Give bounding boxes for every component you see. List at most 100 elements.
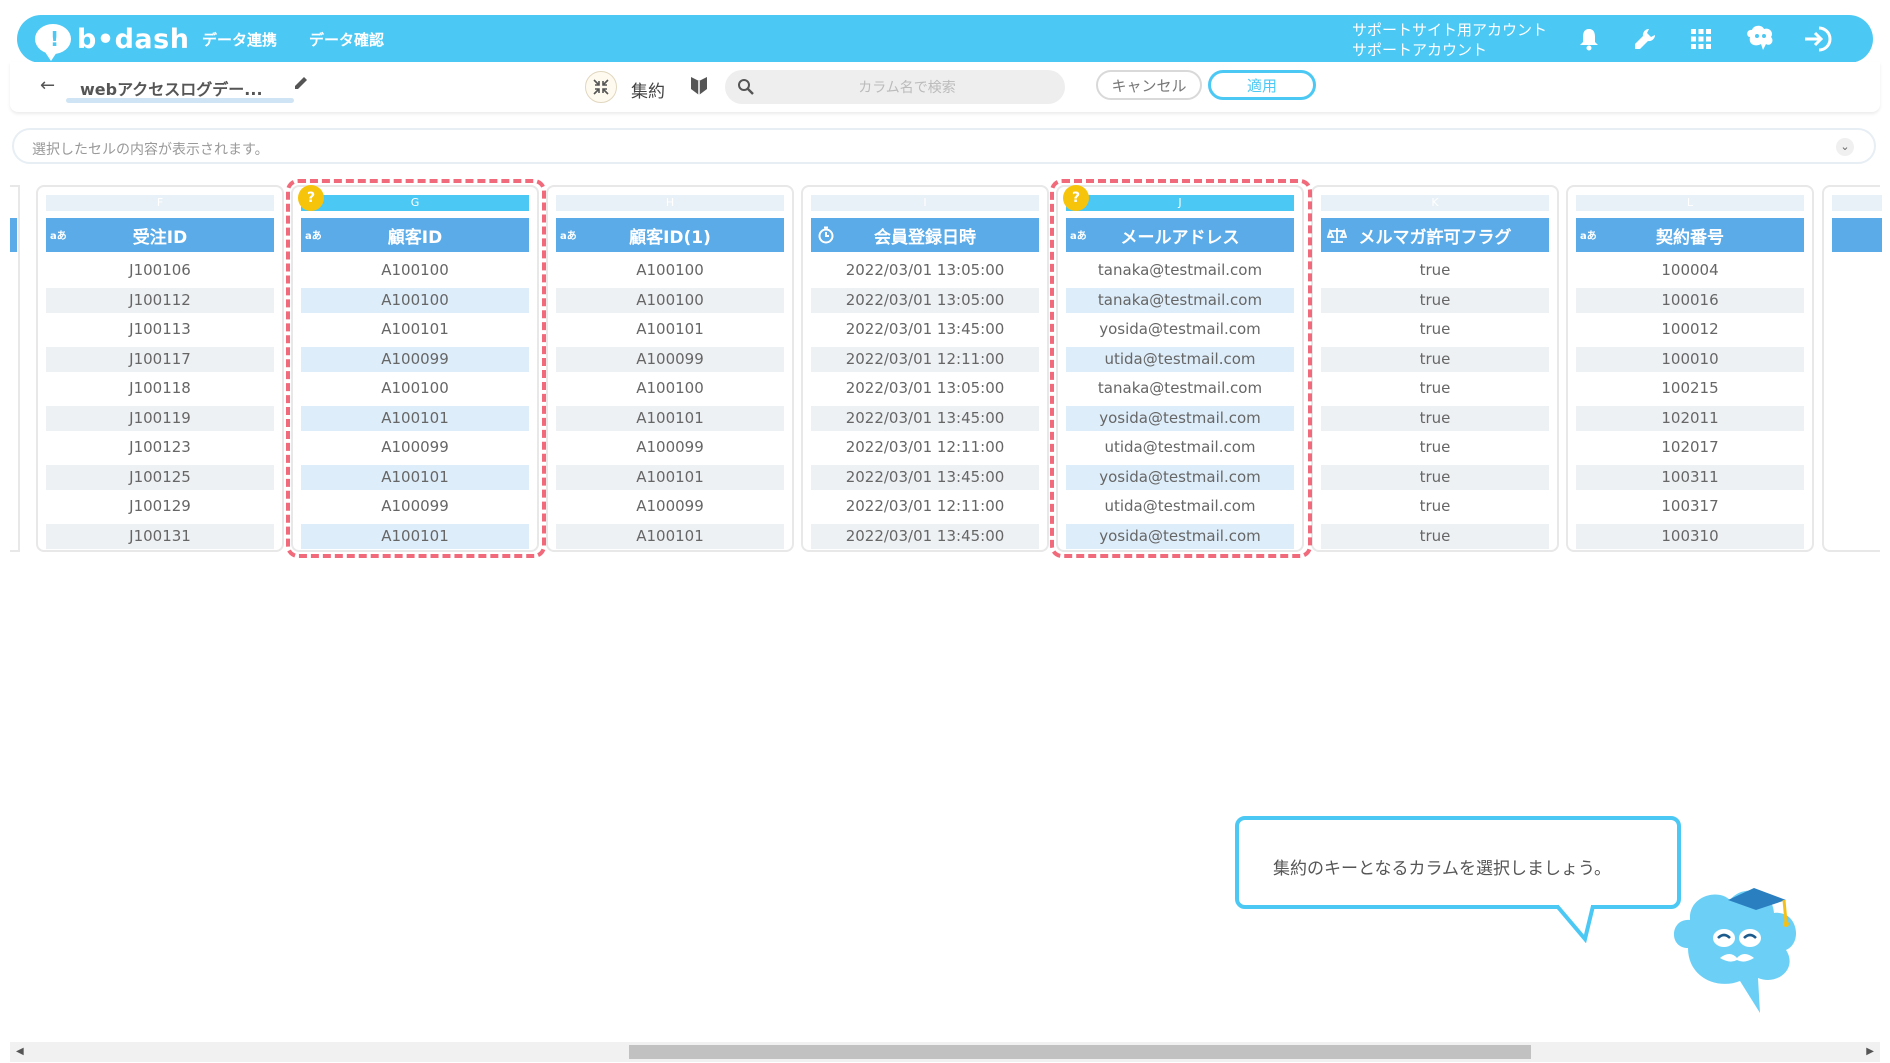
table-cell[interactable]: J100125 [46,464,274,490]
column-header[interactable]: 会員登録日時 [811,218,1039,252]
table-cell[interactable]: J100131 [46,523,274,549]
horizontal-scrollbar[interactable]: ◀ ▶ [10,1042,1880,1062]
table-cell[interactable]: true [1321,317,1549,342]
dataset-toolbar: ← webアクセスログデー... 集約 キャンセル 適用 [10,62,1880,112]
table-cell[interactable]: true [1321,258,1549,283]
table-cell[interactable]: J100112 [46,287,274,313]
grid-column[interactable]: Laあ 契約番号 100004 100016 100012 100010 100215 102… [1566,185,1814,552]
column-header[interactable]: aあ 受注ID [46,218,274,252]
cell-content-bar[interactable]: 選択したセルの内容が表示されます。 ⌄ [12,128,1876,164]
search-input[interactable] [765,73,1049,103]
table-cell[interactable]: A100099 [556,346,784,372]
scrollbar-thumb[interactable] [629,1045,1531,1059]
column-header[interactable]: aあ 契約番号 [1576,218,1804,252]
table-cell[interactable]: true [1321,376,1549,401]
table-cell[interactable]: A100100 [556,258,784,283]
search-icon [737,78,755,100]
table-cell[interactable]: J100113 [46,317,274,342]
table-cell[interactable]: J100118 [46,376,274,401]
nav-data-check[interactable]: データ確認 [309,29,384,50]
dataset-name[interactable]: webアクセスログデー... [80,76,263,100]
logout-icon[interactable] [1801,25,1835,53]
table-cell[interactable]: 2022/03/01 13:45:00 [811,405,1039,431]
grid-column[interactable]: Haあ 顧客ID(1) A100100 A100100 A100101 A100099 A1… [546,185,794,552]
table-cell[interactable]: 2022/03/01 13:05:00 [811,287,1039,313]
account-info[interactable]: サポートサイト用アカウント サポートアカウント [1352,20,1547,60]
bdash-logo[interactable]: ! b•dash [35,23,189,61]
dataset-name-underline [66,98,294,103]
table-cell[interactable]: 102017 [1576,435,1804,460]
table-cell[interactable]: A100100 [556,287,784,313]
scale-icon [1326,226,1348,249]
table-cell[interactable]: J100123 [46,435,274,460]
table-cell[interactable]: J100106 [46,258,274,283]
column-cells: A100100 A100100 A100101 A100099 A100100 A1001… [556,258,784,553]
nav-data-integration[interactable]: データ連携 [202,29,277,50]
table-cell[interactable]: A100101 [556,464,784,490]
table-cell[interactable]: 2022/03/01 13:05:00 [811,258,1039,283]
scroll-right-arrow-icon[interactable]: ▶ [1866,1046,1874,1057]
table-cell[interactable]: 2022/03/01 13:45:00 [811,317,1039,342]
table-cell[interactable]: 102011 [1576,405,1804,431]
arrow-left-icon[interactable]: ← [40,75,55,96]
table-cell[interactable]: 2022/03/01 13:45:00 [811,464,1039,490]
table-cell[interactable]: true [1321,287,1549,313]
bell-icon[interactable] [1575,25,1603,53]
column-cells: J100106 J100112 J100113 J100117 J100118 J1001… [46,258,274,553]
table-cell[interactable]: true [1321,464,1549,490]
mascot-help-icon[interactable] [1743,25,1777,53]
column-stub-left [10,185,20,552]
table-cell[interactable]: true [1321,494,1549,519]
clock-icon [817,226,835,249]
wrench-icon[interactable] [1631,25,1659,53]
apply-button[interactable]: 適用 [1208,70,1316,100]
table-cell[interactable]: J100117 [46,346,274,372]
table-cell[interactable]: 100012 [1576,317,1804,342]
column-cells: true true true true true true true true true true [1321,258,1549,553]
table-cell[interactable]: 2022/03/01 13:45:00 [811,523,1039,549]
pencil-icon[interactable] [292,74,310,96]
table-cell[interactable]: true [1321,346,1549,372]
apps-grid-icon[interactable] [1687,25,1715,53]
top-nav-bar: ! b•dash データ連携 データ確認 サポートサイト用アカウント サポートア… [17,15,1873,63]
mascot-character-icon[interactable] [1668,878,1818,1018]
grid-column[interactable]: Faあ 受注ID J100106 J100112 J100113 J100117 J1001… [36,185,284,552]
table-cell[interactable]: A100099 [556,494,784,519]
grid-column[interactable]: I 会員登録日時 2022/03/01 13:05:00 2022/03/01 13:… [801,185,1049,552]
table-cell[interactable]: 100310 [1576,523,1804,549]
cancel-button[interactable]: キャンセル [1096,70,1202,100]
table-cell[interactable]: A100099 [556,435,784,460]
account-sub: サポートアカウント [1352,41,1488,59]
table-cell[interactable]: A100100 [556,376,784,401]
table-cell[interactable]: 2022/03/01 13:05:00 [811,376,1039,401]
chevron-down-icon[interactable]: ⌄ [1836,138,1854,156]
table-cell[interactable]: 100215 [1576,376,1804,401]
table-cell[interactable]: true [1321,523,1549,549]
column-header[interactable]: メルマガ許可フラグ [1321,218,1549,252]
table-cell[interactable]: 100016 [1576,287,1804,313]
table-cell[interactable]: 2022/03/01 12:11:00 [811,346,1039,372]
beginner-mark-icon[interactable] [690,74,708,100]
column-search [725,70,1065,104]
table-cell[interactable]: J100119 [46,405,274,431]
aggregate-icon [585,71,617,103]
table-cell[interactable]: 100317 [1576,494,1804,519]
table-cell[interactable]: A100101 [556,523,784,549]
column-cells: 100004 100016 100012 100010 100215 102011 1020… [1576,258,1804,553]
grid-column[interactable]: K メルマガ許可フラグ true true true true true true true tr… [1311,185,1559,552]
column-cells: 2022/03/01 13:05:00 2022/03/01 13:05:00 20… [811,258,1039,553]
table-cell[interactable]: J100129 [46,494,274,519]
table-cell[interactable]: A100101 [556,317,784,342]
scroll-left-arrow-icon[interactable]: ◀ [16,1046,24,1057]
table-cell[interactable]: 100010 [1576,346,1804,372]
key-column-highlight-j [1050,179,1312,558]
table-cell[interactable]: 100311 [1576,464,1804,490]
table-cell[interactable]: 2022/03/01 12:11:00 [811,435,1039,460]
table-cell[interactable]: true [1321,405,1549,431]
table-cell[interactable]: A100101 [556,405,784,431]
column-header-label: メルマガ許可フラグ [1358,227,1512,248]
column-header[interactable]: aあ 顧客ID(1) [556,218,784,252]
table-cell[interactable]: 100004 [1576,258,1804,283]
table-cell[interactable]: 2022/03/01 12:11:00 [811,494,1039,519]
table-cell[interactable]: true [1321,435,1549,460]
